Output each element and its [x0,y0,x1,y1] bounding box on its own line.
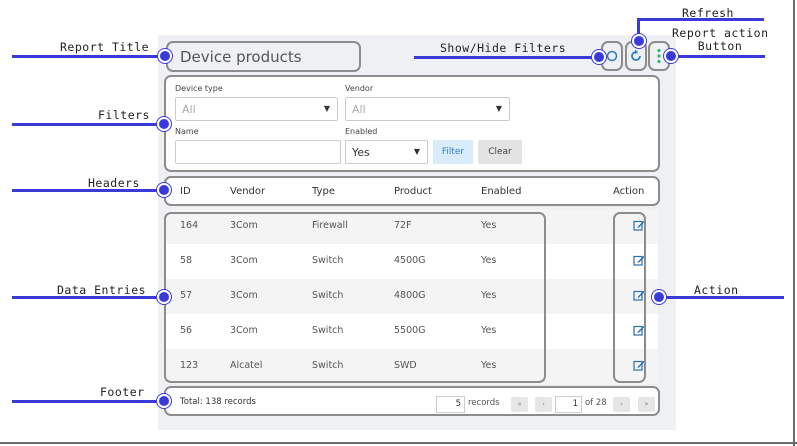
vendor-label: Vendor [345,84,374,93]
name-input[interactable] [175,140,341,164]
callout-dot [652,290,666,304]
vendor-select[interactable]: All ▼ [345,97,510,121]
data-entries-outline [164,212,546,383]
chevron-down-icon: ▼ [495,104,502,113]
callout-dot [157,183,171,197]
total-records: Total: 138 records [180,397,256,407]
annotation-report-action-line2: Button [697,39,743,53]
callout-line [12,123,165,126]
callout-line [12,55,165,58]
annotation-data-entries: Data Entries [57,283,147,297]
annotation-report-action: Report action Button [672,27,768,53]
next-page-button[interactable]: › [613,397,630,412]
page-size-input[interactable]: 5 [436,396,465,413]
callout-dot [664,49,678,63]
callout-line [12,400,165,403]
callout-dot [632,34,646,48]
device-type-select[interactable]: All ▼ [175,97,338,121]
header-action: Action [613,186,645,197]
header-vendor[interactable]: Vendor [230,186,265,197]
callout-line [660,296,784,299]
annotation-show-hide-filters: Show/Hide Filters [440,41,567,55]
name-label: Name [175,127,199,136]
refresh-icon [631,49,641,61]
callout-dot [157,290,171,304]
device-type-label: Device type [175,84,223,93]
page-border-bottom [0,442,797,444]
page-border-right [793,0,795,446]
page-input[interactable]: 1 [555,396,582,413]
annotation-report-title: Report Title [60,40,150,54]
header-product[interactable]: Product [394,186,432,197]
callout-dot [592,50,606,64]
annotation-filters: Filters [98,108,150,122]
enabled-label: Enabled [345,127,378,136]
callout-line [637,18,764,21]
records-label: records [468,398,500,408]
prev-page-button[interactable]: ‹ [535,397,552,412]
callout-line [668,55,765,58]
enabled-select[interactable]: Yes ▼ [345,140,428,164]
last-page-button[interactable]: » [638,397,655,412]
chevron-down-icon: ▼ [323,104,330,113]
enabled-value: Yes [352,146,370,159]
report-title-box: Device products [166,41,361,72]
chevron-down-icon: ▼ [413,147,420,156]
header-type[interactable]: Type [312,186,335,197]
filters-panel: Device type All ▼ Vendor All ▼ Name Enab… [164,75,660,172]
callout-line [414,56,600,59]
callout-line [12,189,165,192]
callout-line [12,296,165,299]
table-header: ID Vendor Type Product Enabled Action [164,176,660,206]
callout-dot [158,49,172,63]
annotation-footer: Footer [100,385,145,399]
callout-dot [157,394,171,408]
header-id[interactable]: ID [180,186,191,197]
clear-button[interactable]: Clear [478,140,522,164]
vendor-value: All [352,103,366,116]
annotation-headers: Headers [88,176,140,190]
annotation-action: Action [694,283,739,297]
report-title: Device products [180,48,302,66]
vertical-dots-icon [657,48,661,64]
circle-outline-icon [606,50,618,62]
first-page-button[interactable]: « [511,397,528,412]
action-column-outline [613,212,646,383]
header-enabled[interactable]: Enabled [481,186,521,197]
filter-button[interactable]: Filter [433,140,473,164]
callout-dot [157,117,171,131]
device-type-value: All [182,103,196,116]
total-pages: of 28 [585,398,607,408]
table-footer: Total: 138 records 5 records « ‹ 1 of 28… [164,386,660,416]
